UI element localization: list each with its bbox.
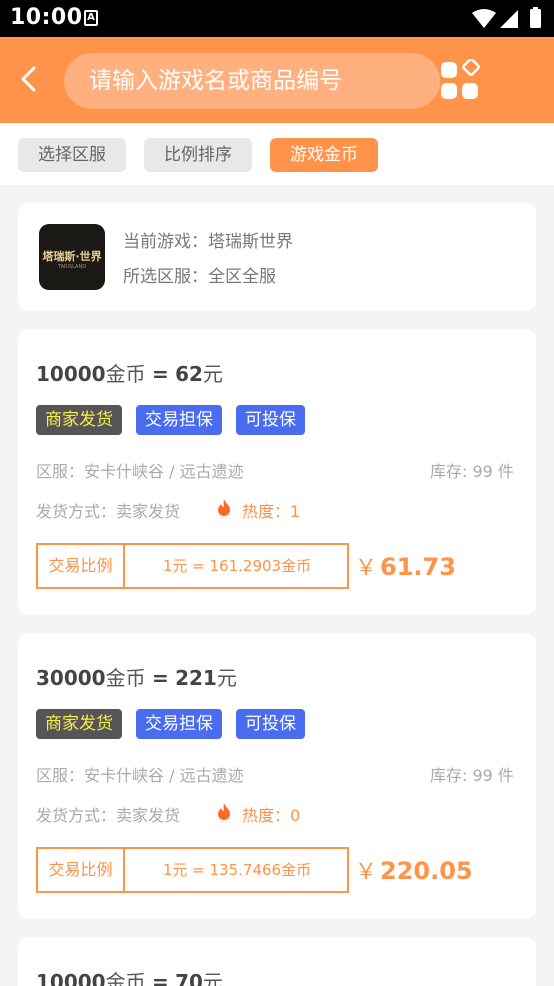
ratio-label: 交易比例	[38, 849, 125, 891]
listing-card[interactable]: 10000金币 = 62元 商家发货 交易担保 可投保 区服：安卡什峡谷 / 远…	[18, 329, 536, 615]
tag-trade-guarantee: 交易担保	[136, 709, 222, 739]
ratio-value: 1元 = 135.7466金币	[162, 861, 312, 879]
listing-title: 10000金币 = 70元	[36, 970, 223, 986]
search-box[interactable]	[64, 53, 440, 109]
filter-bar: 选择区服 比例排序 游戏金币	[0, 123, 554, 185]
status-bar: 10:00 A	[0, 0, 554, 37]
ratio-box: 交易比例 1元 = 161.2903金币	[36, 543, 349, 589]
tag-insurable: 可投保	[236, 709, 305, 739]
selected-server-value: 全区全服	[208, 267, 276, 287]
filter-ratio-sort-chip[interactable]: 比例排序	[144, 138, 252, 172]
status-icons	[472, 7, 541, 28]
tag-merchant-ship: 商家发货	[36, 709, 122, 739]
listing-server: 区服：安卡什峡谷 / 远古遗迹	[36, 766, 244, 785]
listing-card[interactable]: 30000金币 = 221元 商家发货 交易担保 可投保 区服：安卡什峡谷 / …	[18, 633, 536, 919]
wifi-icon	[472, 9, 496, 28]
selected-server-line: 所选区服：全区全服	[123, 267, 276, 287]
current-game-line: 当前游戏：塔瑞斯世界	[123, 232, 293, 252]
tag-merchant-ship: 商家发货	[36, 405, 122, 435]
listing-heat: 热度：0	[242, 806, 301, 825]
flame-icon	[218, 803, 230, 820]
listing-server: 区服：安卡什峡谷 / 远古遗迹	[36, 462, 244, 481]
listing-title: 30000金币 = 221元	[36, 666, 237, 690]
game-logo: 塔瑞斯·世界 TARISLAND	[39, 224, 105, 290]
listing-title: 10000金币 = 62元	[36, 362, 223, 386]
flame-icon	[218, 499, 230, 516]
status-time: 10:00	[10, 5, 83, 30]
game-info-card: 塔瑞斯·世界 TARISLAND 当前游戏：塔瑞斯世界 所选区服：全区全服	[18, 203, 536, 311]
header-bar	[0, 37, 554, 123]
notification-a-icon: A	[84, 10, 98, 26]
search-input[interactable]	[64, 53, 440, 109]
signal-icon	[500, 10, 518, 28]
tag-insurable: 可投保	[236, 405, 305, 435]
filter-server-chip[interactable]: 选择区服	[18, 138, 126, 172]
tag-trade-guarantee: 交易担保	[136, 405, 222, 435]
current-game-value: 塔瑞斯世界	[208, 232, 293, 252]
listing-price: ￥ 61.73	[355, 553, 456, 581]
listing-heat: 热度：1	[242, 502, 301, 521]
ratio-value: 1元 = 161.2903金币	[162, 557, 312, 575]
listing-stock: 库存: 99 件	[430, 462, 514, 481]
listing-delivery: 发货方式：卖家发货	[36, 502, 181, 521]
listing-card[interactable]: 10000金币 = 70元	[18, 937, 536, 986]
category-grid-icon[interactable]	[440, 59, 480, 101]
listing-delivery: 发货方式：卖家发货	[36, 806, 181, 825]
listing-price: ￥ 220.05	[355, 857, 473, 885]
listing-stock: 库存: 99 件	[430, 766, 514, 785]
ratio-label: 交易比例	[38, 545, 125, 587]
ratio-box: 交易比例 1元 = 135.7466金币	[36, 847, 349, 893]
battery-icon	[530, 9, 541, 28]
back-arrow-icon[interactable]	[16, 65, 44, 93]
filter-game-gold-chip[interactable]: 游戏金币	[270, 138, 378, 172]
